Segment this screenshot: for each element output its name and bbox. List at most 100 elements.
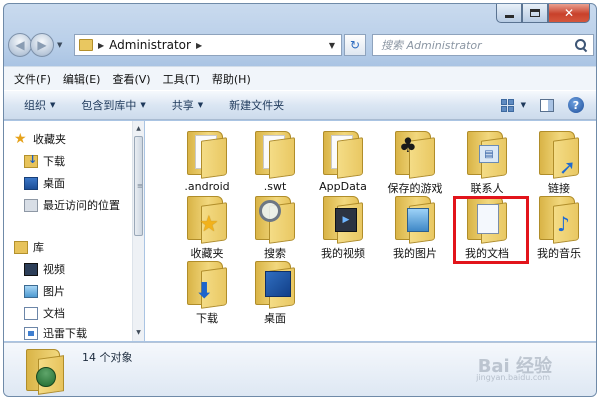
nav-recent-places[interactable]: 最近访问的位置 <box>24 197 120 213</box>
nav-documents-label: 文档 <box>43 307 65 320</box>
maximize-button[interactable] <box>522 4 548 23</box>
links-icon: ➚ <box>539 131 579 179</box>
minimize-button[interactable] <box>496 4 522 23</box>
menu-tools[interactable]: 工具(T) <box>163 71 200 87</box>
menu-edit[interactable]: 编辑(E) <box>63 71 101 87</box>
address-path[interactable]: Administrator <box>109 38 191 52</box>
close-button[interactable]: ✕ <box>548 4 590 23</box>
organize-button[interactable]: 组织 ▼ <box>24 97 55 113</box>
downloads-folder-icon <box>24 153 38 168</box>
preview-pane-icon[interactable] <box>540 98 554 112</box>
new-folder-button[interactable]: 新建文件夹 <box>229 97 284 113</box>
file-item[interactable]: 搜索 <box>243 196 307 261</box>
scroll-thumb[interactable]: ≡ <box>134 136 143 236</box>
document-library-icon <box>24 306 38 320</box>
file-item[interactable]: AppData <box>311 131 375 193</box>
search-placeholder: 搜索 Administrator <box>381 39 482 52</box>
nav-downloads[interactable]: 下载 <box>24 153 65 169</box>
minimize-icon <box>504 14 514 18</box>
searches-icon <box>255 196 295 244</box>
chevron-down-icon: ▼ <box>140 101 146 109</box>
scroll-up-icon[interactable]: ▲ <box>133 123 144 135</box>
file-name: 保存的游戏 <box>387 182 443 195</box>
folder-icon <box>79 39 93 51</box>
refresh-button[interactable]: ↻ <box>344 34 366 56</box>
folder-icon <box>187 131 227 179</box>
include-in-library-button[interactable]: 包含到库中 ▼ <box>81 97 145 113</box>
caption-buttons: ✕ <box>496 4 590 23</box>
search-input[interactable]: 搜索 Administrator <box>372 34 594 56</box>
file-item[interactable]: ▤ 联系人 <box>455 131 519 196</box>
nav-pictures-label: 图片 <box>43 285 65 298</box>
pictures-icon <box>395 196 435 244</box>
library-icon <box>14 240 28 254</box>
desktop-icon <box>255 261 295 309</box>
highlight-box <box>453 196 529 264</box>
back-button[interactable]: ◀ <box>8 33 32 57</box>
file-name: 下载 <box>196 312 218 325</box>
file-item[interactable]: ♣ 保存的游戏 <box>383 131 447 196</box>
desktop-icon <box>24 176 38 190</box>
nav-videos[interactable]: 视频 <box>24 261 65 277</box>
include-in-library-label: 包含到库中 <box>81 99 137 112</box>
navigation-scrollbar[interactable]: ▲ ≡ ▼ <box>132 121 144 341</box>
nav-desktop[interactable]: 桌面 <box>24 175 65 191</box>
file-name: 链接 <box>548 182 570 195</box>
folder-icon <box>323 131 363 179</box>
help-icon[interactable]: ? <box>568 97 584 113</box>
file-name: 桌面 <box>264 312 286 325</box>
file-item[interactable]: .android <box>175 131 239 193</box>
nav-favorites[interactable]: ★ 收藏夹 <box>14 131 66 147</box>
nav-documents[interactable]: 文档 <box>24 305 65 321</box>
favorites-icon: ★ <box>187 196 227 244</box>
address-bar[interactable]: ▶ Administrator ▶ ▼ <box>74 34 342 56</box>
file-name: 联系人 <box>470 182 504 195</box>
file-item[interactable]: ★ 收藏夹 <box>175 196 239 261</box>
chevron-right-icon[interactable]: ▶ <box>98 41 104 50</box>
scroll-down-icon[interactable]: ▼ <box>133 327 144 339</box>
chevron-right-icon[interactable]: ▶ <box>196 41 202 50</box>
file-item[interactable]: 我的图片 <box>383 196 447 261</box>
video-library-icon <box>24 262 38 276</box>
nav-favorites-label: 收藏夹 <box>33 133 66 146</box>
navigation-pane: ★ 收藏夹 下载 桌面 最近访问的位置 库 视频 <box>4 121 144 341</box>
saved-games-icon: ♣ <box>395 131 435 179</box>
file-name: 我的视频 <box>321 247 365 260</box>
recent-places-icon <box>24 198 38 212</box>
file-item[interactable]: ➚ 链接 <box>527 131 591 196</box>
chevron-down-icon: ▼ <box>50 101 56 109</box>
organize-label: 组织 <box>24 99 46 112</box>
menu-view[interactable]: 查看(V) <box>112 71 150 87</box>
file-item[interactable]: .swt <box>243 131 307 193</box>
contacts-icon: ▤ <box>467 131 507 179</box>
file-item[interactable]: ♪ 我的音乐 <box>527 196 591 261</box>
command-bar: 组织 ▼ 包含到库中 ▼ 共享 ▼ 新建文件夹 ▼ ? <box>4 90 596 120</box>
menu-help[interactable]: 帮助(H) <box>212 71 251 87</box>
refresh-icon: ↻ <box>349 38 361 52</box>
menu-file[interactable]: 文件(F) <box>14 71 51 87</box>
explorer-window: ✕ ◀ ▶ ▼ ▶ Administrator ▶ ▼ ↻ 搜索 Adminis… <box>3 3 597 397</box>
nav-downloads-label: 下载 <box>43 155 65 168</box>
file-item[interactable]: ⬇ 下载 <box>175 261 239 326</box>
nav-libraries[interactable]: 库 <box>14 239 44 255</box>
change-view-icon[interactable] <box>500 98 515 112</box>
share-label: 共享 <box>171 99 194 112</box>
search-icon[interactable] <box>575 39 587 51</box>
file-item[interactable]: ▶ 我的视频 <box>311 196 375 261</box>
view-options-dropdown-icon[interactable]: ▼ <box>521 101 526 109</box>
forward-button[interactable]: ▶ <box>30 33 54 57</box>
address-dropdown-icon[interactable]: ▼ <box>329 41 335 50</box>
grip-icon: ≡ <box>137 182 143 190</box>
nav-recent-label: 最近访问的位置 <box>43 199 120 212</box>
file-name: 收藏夹 <box>190 247 224 260</box>
recent-pages-dropdown-icon[interactable]: ▼ <box>57 41 62 49</box>
nav-desktop-label: 桌面 <box>43 177 65 190</box>
forward-arrow-icon: ▶ <box>37 38 47 52</box>
nav-pictures[interactable]: 图片 <box>24 283 65 299</box>
file-item[interactable]: 桌面 <box>243 261 307 326</box>
downloads-icon: ⬇ <box>187 261 227 309</box>
nav-xunlei-downloads[interactable]: 迅雷下载 <box>24 325 87 341</box>
file-name: .android <box>184 180 230 193</box>
share-button[interactable]: 共享 ▼ <box>172 97 203 113</box>
file-name: 搜索 <box>264 247 286 260</box>
